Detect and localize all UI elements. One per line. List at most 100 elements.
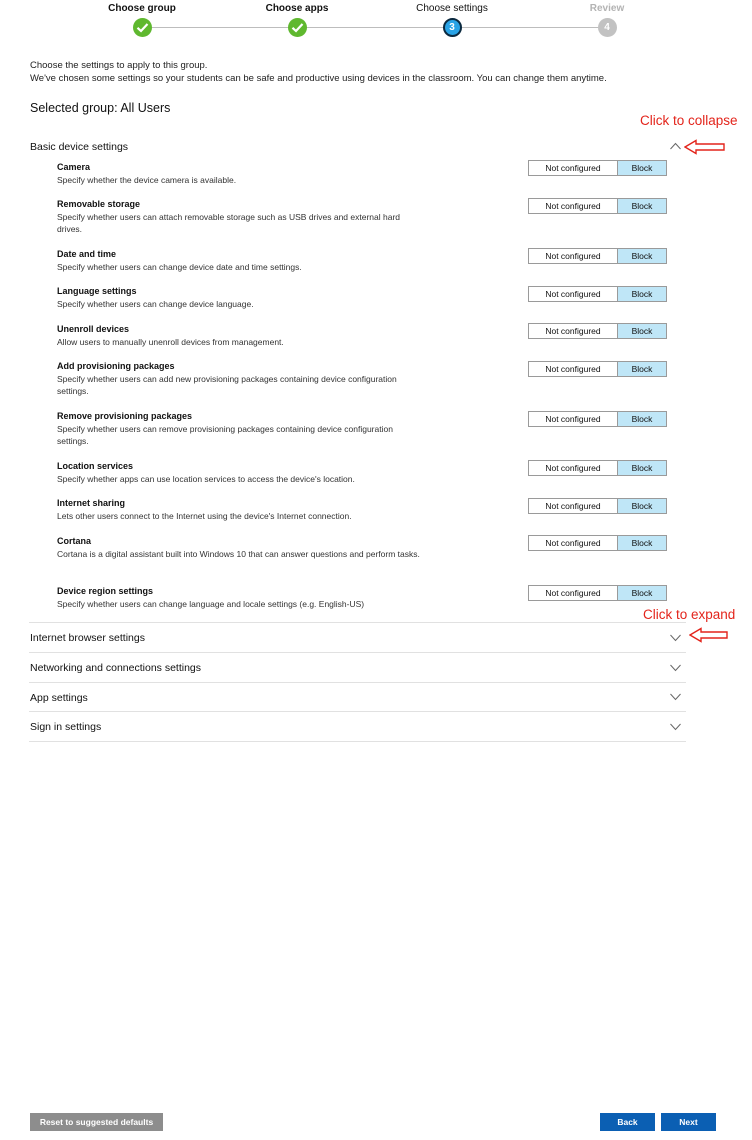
section-sign-in-settings[interactable]: Sign in settings (30, 721, 686, 733)
step-choose-apps[interactable]: Choose apps (237, 3, 357, 37)
location-services-toggle[interactable]: Not configured Block (528, 460, 667, 476)
setting-description: Specify whether users can change device … (57, 262, 302, 272)
step-number-current: 3 (442, 18, 462, 37)
setting-description: Lets other users connect to the Internet… (57, 511, 352, 521)
block-option[interactable]: Block (618, 586, 666, 600)
section-title: Internet browser settings (30, 632, 145, 644)
not-configured-option[interactable]: Not configured (529, 461, 618, 475)
setting-title: Unenroll devices (57, 324, 130, 334)
section-internet-browser-settings[interactable]: Internet browser settings (30, 632, 686, 644)
setting-title: Remove provisioning packages (57, 411, 193, 421)
annotation-arrow-icon (689, 627, 728, 643)
setting-title: Camera (57, 162, 91, 172)
unenroll-devices-toggle[interactable]: Not configured Block (528, 323, 667, 339)
language-settings-toggle[interactable]: Not configured Block (528, 286, 667, 302)
device-region-settings-toggle[interactable]: Not configured Block (528, 585, 667, 601)
not-configured-option[interactable]: Not configured (529, 287, 618, 301)
intro-line: We've chosen some settings so your stude… (30, 73, 607, 84)
section-title: App settings (30, 692, 88, 704)
setting-description: Specify whether apps can use location se… (57, 474, 355, 484)
intro-line: Choose the settings to apply to this gro… (30, 60, 208, 71)
section-title: Networking and connections settings (30, 662, 202, 674)
setting-description: Specify whether users can change device … (57, 299, 254, 309)
not-configured-option[interactable]: Not configured (529, 536, 618, 550)
back-button[interactable]: Back (600, 1113, 655, 1131)
block-option[interactable]: Block (618, 499, 666, 513)
section-app-settings[interactable]: App settings (30, 692, 686, 704)
section-divider (29, 682, 686, 683)
setting-title: Location services (57, 461, 134, 471)
step-label: Choose settings (416, 3, 488, 14)
setting-description: Specify whether users can change languag… (57, 599, 365, 609)
next-button[interactable]: Next (661, 1113, 716, 1131)
block-option[interactable]: Block (618, 461, 666, 475)
reset-to-defaults-button[interactable]: Reset to suggested defaults (30, 1113, 163, 1131)
setting-removable-storage: Removable storage Specify whether users … (57, 199, 422, 235)
step-review: Review 4 (547, 3, 667, 37)
not-configured-option[interactable]: Not configured (529, 249, 618, 263)
setting-title: Removable storage (57, 199, 141, 209)
wizard-stepper: Choose group Choose apps Choose settings… (0, 0, 752, 42)
not-configured-option[interactable]: Not configured (529, 499, 618, 513)
block-option[interactable]: Block (618, 536, 666, 550)
section-divider (29, 622, 686, 623)
setting-camera: Camera Specify whether the device camera… (57, 162, 437, 186)
setting-description: Specify whether the device camera is ava… (57, 175, 237, 185)
block-option[interactable]: Block (618, 362, 666, 376)
not-configured-option[interactable]: Not configured (529, 324, 618, 338)
section-basic-device-settings[interactable]: Basic device settings (30, 141, 686, 153)
camera-toggle[interactable]: Not configured Block (528, 160, 667, 176)
not-configured-option[interactable]: Not configured (529, 412, 618, 426)
setting-description: Cortana is a digital assistant built int… (57, 549, 420, 559)
block-option[interactable]: Block (618, 249, 666, 263)
selected-group-title: Selected group: All Users (30, 101, 171, 115)
setting-add-provisioning-packages: Add provisioning packages Specify whethe… (57, 361, 422, 397)
block-option[interactable]: Block (618, 199, 666, 213)
setting-device-region: Device region settings Specify whether u… (57, 586, 437, 610)
not-configured-option[interactable]: Not configured (529, 362, 618, 376)
setting-description: Specify whether users can attach removab… (57, 212, 401, 234)
block-option[interactable]: Block (618, 324, 666, 338)
setting-title: Language settings (57, 286, 137, 296)
section-title: Basic device settings (30, 141, 129, 153)
step-complete-icon (287, 18, 307, 37)
not-configured-option[interactable]: Not configured (529, 199, 618, 213)
section-divider (29, 652, 686, 653)
expand-annotation: Click to expand (643, 607, 736, 622)
block-option[interactable]: Block (618, 412, 666, 426)
not-configured-option[interactable]: Not configured (529, 161, 618, 175)
chevron-down-icon[interactable] (670, 723, 681, 731)
block-option[interactable]: Block (618, 161, 666, 175)
internet-sharing-toggle[interactable]: Not configured Block (528, 498, 667, 514)
step-choose-group[interactable]: Choose group (82, 3, 202, 37)
removable-storage-toggle[interactable]: Not configured Block (528, 198, 667, 214)
chevron-down-icon[interactable] (670, 664, 681, 672)
remove-provisioning-packages-toggle[interactable]: Not configured Block (528, 411, 667, 427)
date-and-time-toggle[interactable]: Not configured Block (528, 248, 667, 264)
setting-description: Specify whether users can remove provisi… (57, 424, 393, 446)
setting-title: Cortana (57, 536, 92, 546)
step-number-upcoming: 4 (597, 18, 617, 37)
intro-text: Choose the settings to apply to this gro… (30, 59, 730, 85)
setting-date-and-time: Date and time Specify whether users can … (57, 249, 437, 273)
section-title: Sign in settings (30, 721, 102, 733)
cortana-toggle[interactable]: Not configured Block (528, 535, 667, 551)
not-configured-option[interactable]: Not configured (529, 586, 618, 600)
step-label: Choose apps (265, 3, 329, 14)
add-provisioning-packages-toggle[interactable]: Not configured Block (528, 361, 667, 377)
chevron-up-icon[interactable] (670, 142, 681, 150)
setting-description: Allow users to manually unenroll devices… (57, 337, 284, 347)
setting-description: Specify whether users can add new provis… (57, 374, 397, 396)
setting-internet-sharing: Internet sharing Lets other users connec… (57, 498, 437, 522)
section-divider (29, 711, 686, 712)
chevron-down-icon[interactable] (670, 693, 681, 701)
step-choose-settings[interactable]: Choose settings 3 (392, 3, 512, 37)
setting-title: Internet sharing (57, 498, 126, 508)
step-label: Choose group (108, 3, 176, 14)
setting-title: Date and time (57, 249, 117, 259)
section-networking-and-connections-settings[interactable]: Networking and connections settings (30, 662, 686, 674)
collapse-annotation: Click to collapse (640, 113, 738, 128)
setting-title: Add provisioning packages (57, 361, 175, 371)
chevron-down-icon[interactable] (670, 634, 681, 642)
block-option[interactable]: Block (618, 287, 666, 301)
